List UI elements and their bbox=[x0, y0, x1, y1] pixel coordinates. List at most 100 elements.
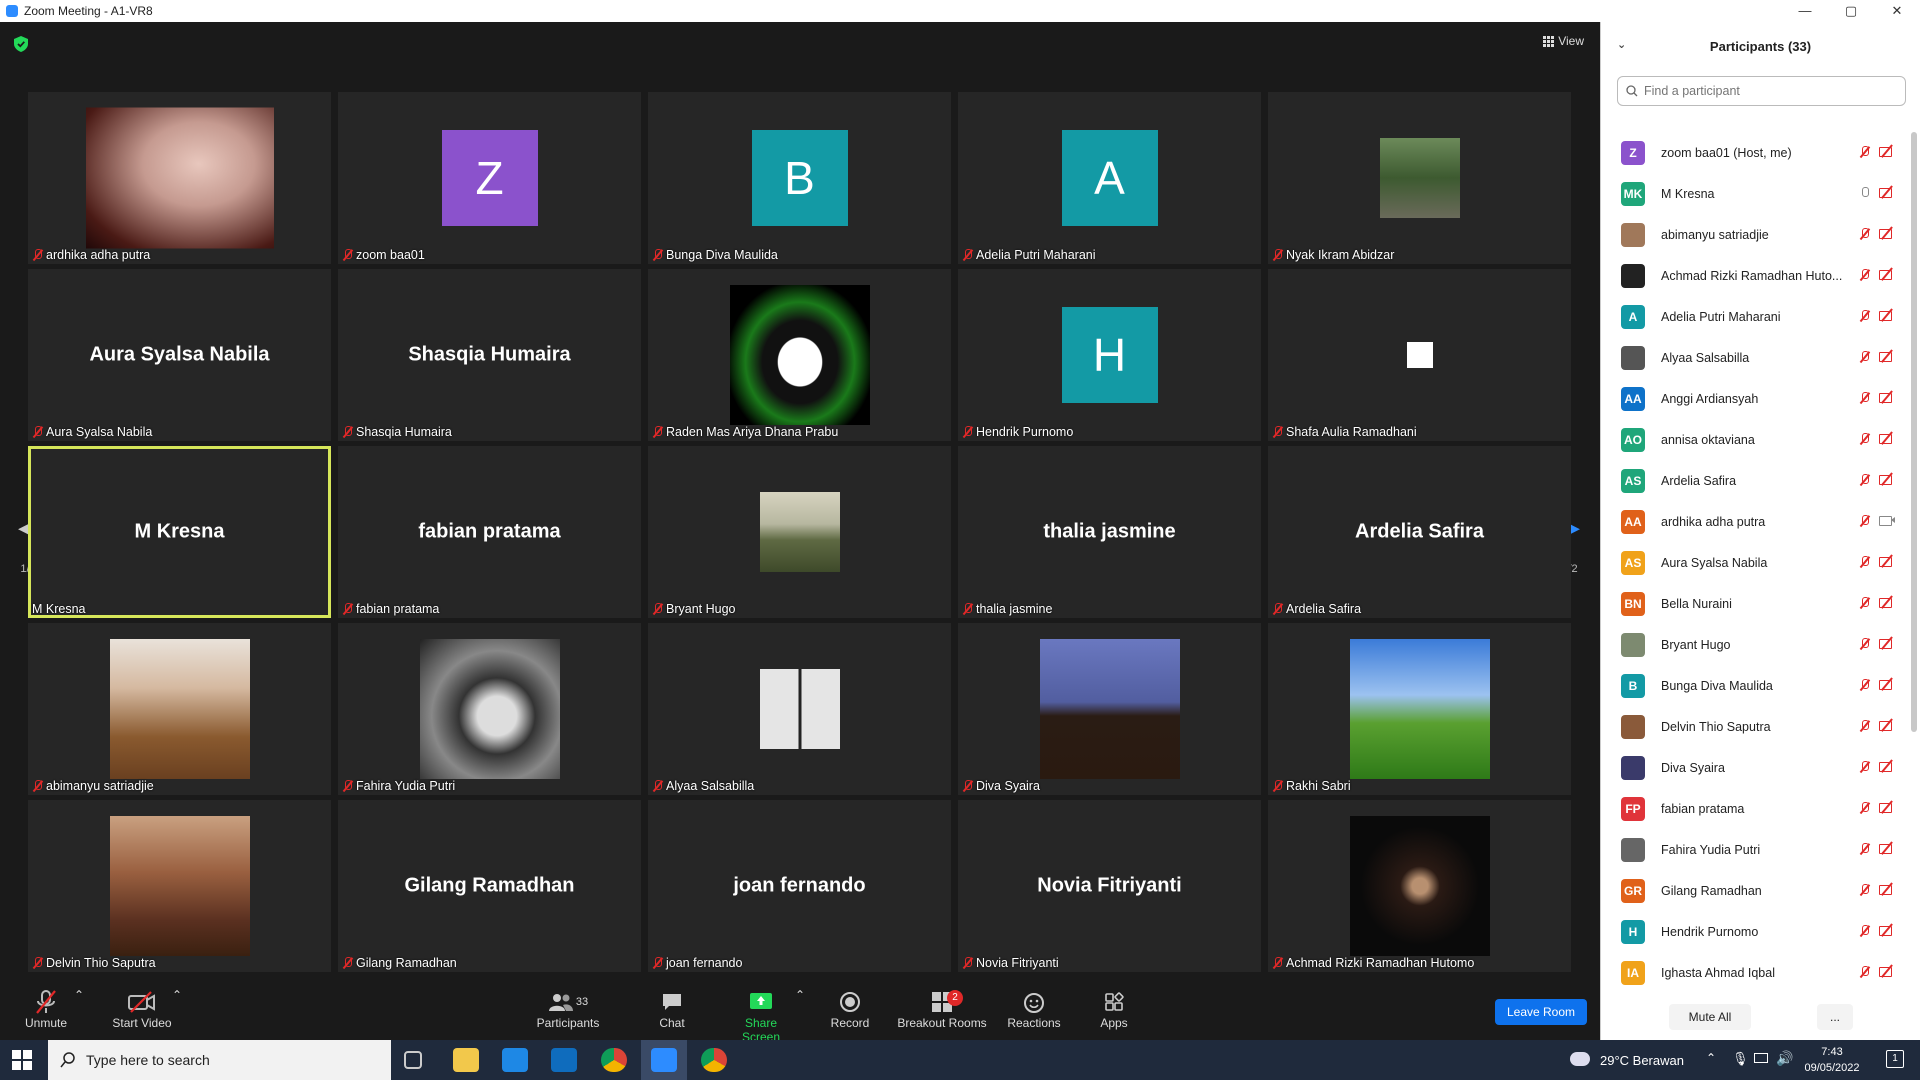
video-tile[interactable]: Gilang Ramadhan Gilang Ramadhan bbox=[338, 800, 641, 972]
video-tile[interactable]: Novia Fitriyanti Novia Fitriyanti bbox=[958, 800, 1261, 972]
collapse-chevron-icon[interactable]: ⌄ bbox=[1617, 38, 1626, 51]
participant-list-scrollbar[interactable] bbox=[1911, 132, 1917, 732]
mail-icon[interactable] bbox=[551, 1048, 577, 1072]
video-tile[interactable]: Raden Mas Ariya Dhana Prabu bbox=[648, 269, 951, 441]
video-off-icon bbox=[106, 988, 178, 1016]
mic-icon bbox=[1859, 187, 1870, 199]
video-tile[interactable]: Rakhi Sabri bbox=[1268, 623, 1571, 795]
participant-row[interactable]: MK M Kresna bbox=[1601, 173, 1901, 214]
participant-row[interactable]: Delvin Thio Saputra bbox=[1601, 706, 1901, 747]
video-tile[interactable]: Nyak Ikram Abidzar bbox=[1268, 92, 1571, 264]
tile-name-label: Nyak Ikram Abidzar bbox=[1272, 248, 1394, 262]
video-tile[interactable]: Bryant Hugo bbox=[648, 446, 951, 618]
more-options-button[interactable]: ... bbox=[1817, 1004, 1853, 1030]
muted-mic-icon bbox=[342, 426, 353, 438]
muted-mic-icon bbox=[1859, 515, 1870, 527]
video-tile[interactable]: M Kresna M Kresna bbox=[28, 446, 331, 618]
share-screen-button[interactable]: Share Screen bbox=[725, 988, 797, 1044]
video-tile[interactable]: Zzoom baa01 bbox=[338, 92, 641, 264]
tile-display-name: Ardelia Safira bbox=[1355, 520, 1484, 543]
video-tile[interactable]: Diva Syaira bbox=[958, 623, 1261, 795]
tray-chevron-icon[interactable]: ⌃ bbox=[1706, 1051, 1716, 1065]
tile-name-label: Achmad Rizki Ramadhan Hutomo bbox=[1272, 956, 1474, 970]
record-button[interactable]: Record bbox=[830, 988, 870, 1030]
chat-icon bbox=[656, 988, 688, 1016]
windows-start-icon[interactable] bbox=[12, 1050, 32, 1070]
participant-search-input[interactable] bbox=[1644, 84, 1894, 98]
participant-row[interactable]: FP fabian pratama bbox=[1601, 788, 1901, 829]
video-tile[interactable]: Fahira Yudia Putri bbox=[338, 623, 641, 795]
share-options-caret[interactable]: ⌃ bbox=[795, 988, 805, 1002]
video-tile[interactable]: Aura Syalsa Nabila Aura Syalsa Nabila bbox=[28, 269, 331, 441]
mute-all-button[interactable]: Mute All bbox=[1669, 1004, 1751, 1030]
participant-row[interactable]: AA ardhika adha putra bbox=[1601, 501, 1901, 542]
participant-row[interactable]: B Bunga Diva Maulida bbox=[1601, 665, 1901, 706]
participant-name: Ardelia Safira bbox=[1286, 602, 1362, 616]
apps-button[interactable]: Apps bbox=[1098, 988, 1130, 1030]
breakout-rooms-button[interactable]: 2 Breakout Rooms bbox=[897, 988, 987, 1030]
participant-row[interactable]: AO annisa oktaviana bbox=[1601, 419, 1901, 460]
video-tile[interactable]: fabian pratama fabian pratama bbox=[338, 446, 641, 618]
chrome-profile-icon[interactable] bbox=[701, 1048, 727, 1072]
store-icon[interactable] bbox=[502, 1048, 528, 1072]
notification-icon[interactable]: 1 bbox=[1886, 1050, 1904, 1068]
participant-row[interactable]: Diva Syaira bbox=[1601, 747, 1901, 788]
reactions-button[interactable]: Reactions bbox=[1007, 988, 1061, 1030]
volume-icon[interactable]: 🔊 bbox=[1776, 1050, 1793, 1067]
participant-row[interactable]: Fahira Yudia Putri bbox=[1601, 829, 1901, 870]
video-tile[interactable]: Alyaa Salsabilla bbox=[648, 623, 951, 795]
unmute-button[interactable]: Unmute bbox=[20, 988, 72, 1030]
participant-row[interactable]: Bryant Hugo bbox=[1601, 624, 1901, 665]
tile-name-label: Aura Syalsa Nabila bbox=[32, 425, 152, 439]
zoom-icon[interactable] bbox=[651, 1048, 677, 1072]
participant-row[interactable]: AA Anggi Ardiansyah bbox=[1601, 378, 1901, 419]
video-tile[interactable]: thalia jasmine thalia jasmine bbox=[958, 446, 1261, 618]
participant-name: Rakhi Sabri bbox=[1286, 779, 1351, 793]
participant-row[interactable]: GR Gilang Ramadhan bbox=[1601, 870, 1901, 911]
file-explorer-icon[interactable] bbox=[453, 1048, 479, 1072]
video-tile[interactable]: A Adelia Putri Maharani bbox=[958, 92, 1261, 264]
taskbar-clock[interactable]: 7:43 09/05/2022 bbox=[1796, 1044, 1868, 1076]
weather-text[interactable]: 29°C Berawan bbox=[1600, 1053, 1684, 1068]
participant-search[interactable] bbox=[1617, 76, 1906, 106]
participant-row[interactable]: IA Ighasta Ahmad Iqbal bbox=[1601, 952, 1901, 993]
video-options-caret[interactable]: ⌃ bbox=[172, 988, 182, 1002]
video-tile[interactable]: Delvin Thio Saputra bbox=[28, 800, 331, 972]
video-tile[interactable]: Shafa Aulia Ramadhani bbox=[1268, 269, 1571, 441]
close-button[interactable]: ✕ bbox=[1874, 0, 1920, 22]
participant-row[interactable]: Zzoom baa01 (Host, me) bbox=[1601, 132, 1901, 173]
video-tile[interactable]: abimanyu satriadjie bbox=[28, 623, 331, 795]
audio-options-caret[interactable]: ⌃ bbox=[74, 988, 84, 1002]
participant-row[interactable]: Alyaa Salsabilla bbox=[1601, 337, 1901, 378]
participant-row[interactable]: abimanyu satriadjie bbox=[1601, 214, 1901, 255]
tray-mic-icon[interactable]: 🎙 bbox=[1732, 1051, 1749, 1067]
video-tile[interactable]: H Hendrik Purnomo bbox=[958, 269, 1261, 441]
security-shield-icon[interactable] bbox=[14, 36, 28, 52]
chat-button[interactable]: Chat bbox=[656, 988, 688, 1030]
leave-room-button[interactable]: Leave Room bbox=[1495, 999, 1587, 1025]
participant-row[interactable]: AS Aura Syalsa Nabila bbox=[1601, 542, 1901, 583]
view-button[interactable]: View bbox=[1543, 34, 1584, 48]
maximize-button[interactable]: ▢ bbox=[1828, 0, 1874, 22]
start-video-button[interactable]: Start Video bbox=[106, 988, 178, 1030]
video-tile[interactable]: joan fernando joan fernando bbox=[648, 800, 951, 972]
task-view-icon[interactable] bbox=[404, 1051, 422, 1069]
participant-name: Raden Mas Ariya Dhana Prabu bbox=[666, 425, 839, 439]
participant-row[interactable]: H Hendrik Purnomo bbox=[1601, 911, 1901, 952]
video-tile[interactable]: Shasqia Humaira Shasqia Humaira bbox=[338, 269, 641, 441]
video-tile[interactable]: Ardelia Safira Ardelia Safira bbox=[1268, 446, 1571, 618]
minimize-button[interactable]: — bbox=[1782, 0, 1828, 22]
taskbar-search[interactable]: Type here to search bbox=[48, 1040, 391, 1080]
participants-button[interactable]: 33 Participants bbox=[535, 988, 601, 1030]
chrome-icon[interactable] bbox=[601, 1048, 627, 1072]
video-tile[interactable]: ardhika adha putra bbox=[28, 92, 331, 264]
avatar: Z bbox=[441, 130, 538, 226]
participant-row[interactable]: BN Bella Nuraini bbox=[1601, 583, 1901, 624]
network-icon[interactable] bbox=[1754, 1053, 1768, 1063]
video-tile[interactable]: B Bunga Diva Maulida bbox=[648, 92, 951, 264]
participant-row[interactable]: AS Ardelia Safira bbox=[1601, 460, 1901, 501]
video-tile[interactable]: Achmad Rizki Ramadhan Hutomo bbox=[1268, 800, 1571, 972]
video-off-icon bbox=[1879, 883, 1895, 895]
participant-row[interactable]: A Adelia Putri Maharani bbox=[1601, 296, 1901, 337]
participant-row[interactable]: Achmad Rizki Ramadhan Huto... bbox=[1601, 255, 1901, 296]
